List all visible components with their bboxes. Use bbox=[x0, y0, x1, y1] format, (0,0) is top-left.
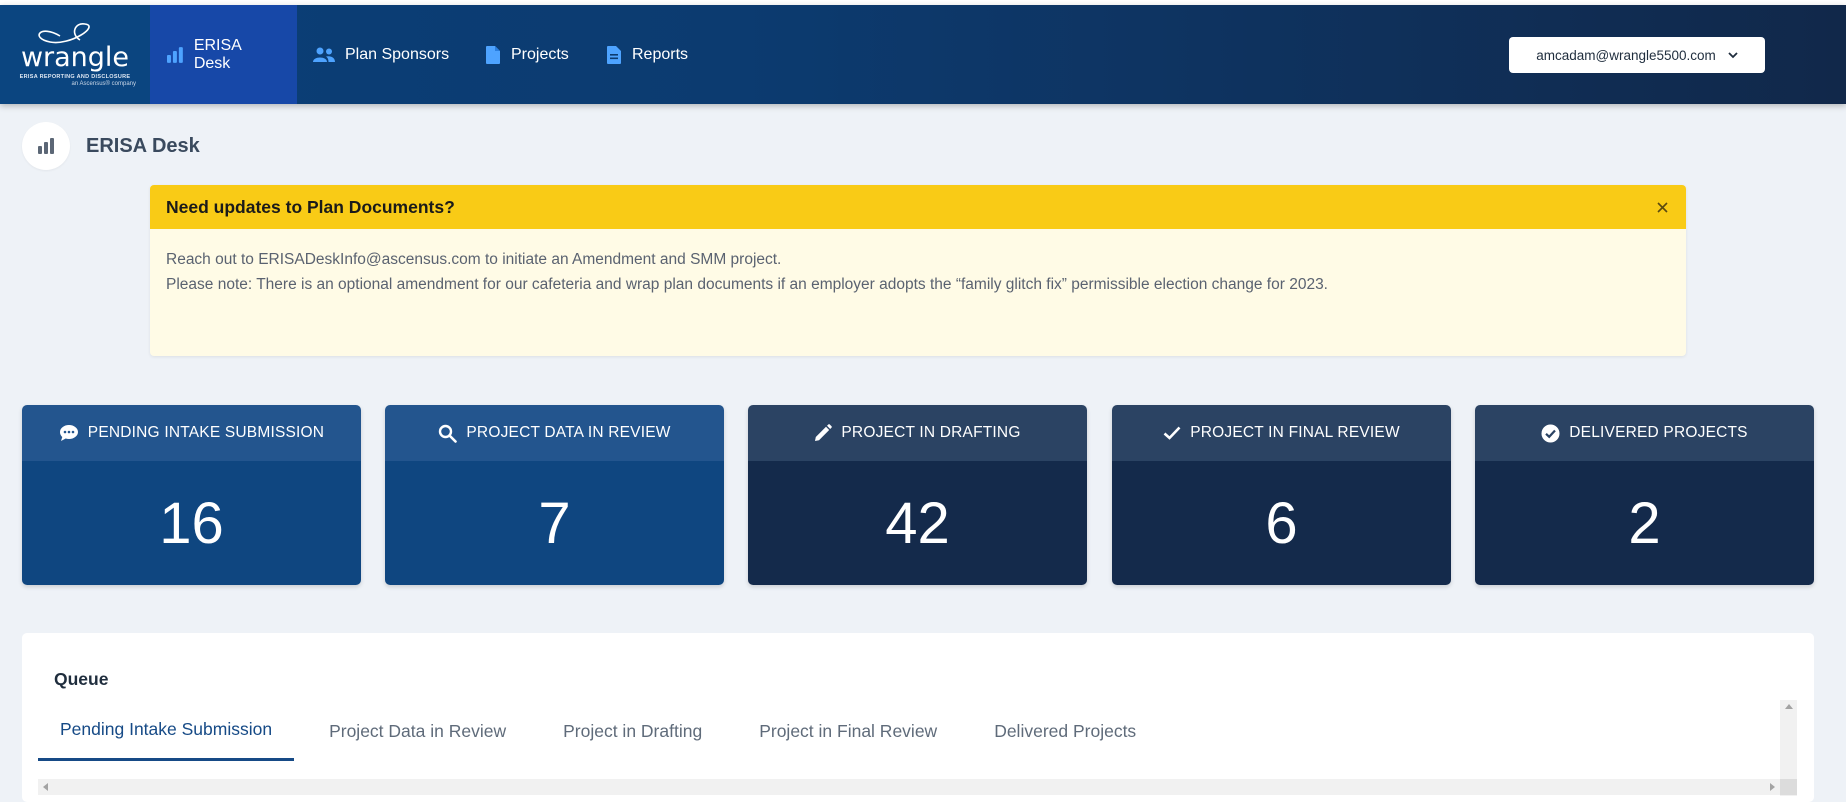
status-card-final-review[interactable]: PROJECT IN FINAL REVIEW 6 bbox=[1112, 405, 1451, 585]
card-count: 2 bbox=[1475, 461, 1814, 585]
page-header: ERISA Desk bbox=[22, 122, 200, 170]
card-count: 42 bbox=[748, 461, 1087, 585]
scroll-left-icon[interactable] bbox=[43, 783, 48, 791]
card-count: 16 bbox=[22, 461, 361, 585]
chevron-down-icon bbox=[1728, 51, 1738, 58]
status-card-drafting[interactable]: PROJECT IN DRAFTING 42 bbox=[748, 405, 1087, 585]
card-header: PROJECT IN DRAFTING bbox=[748, 405, 1087, 461]
scrollbar-corner bbox=[1780, 779, 1797, 795]
status-card-pending-intake[interactable]: PENDING INTAKE SUBMISSION 16 bbox=[22, 405, 361, 585]
check-icon bbox=[1163, 426, 1181, 440]
alert-body: Reach out to ERISADeskInfo@ascensus.com … bbox=[150, 229, 1686, 297]
card-label: PROJECT DATA IN REVIEW bbox=[466, 424, 671, 441]
nav-item-label: Plan Sponsors bbox=[345, 45, 450, 63]
card-label: PROJECT IN DRAFTING bbox=[841, 424, 1021, 441]
bar-chart-icon bbox=[38, 138, 54, 154]
nav-item-projects[interactable]: Projects bbox=[469, 5, 585, 104]
document-icon bbox=[486, 45, 500, 64]
scroll-right-icon[interactable] bbox=[1770, 783, 1775, 791]
alert-line-2: Please note: There is an optional amendm… bbox=[166, 276, 1328, 293]
tab-project-in-final-review[interactable]: Project in Final Review bbox=[737, 701, 959, 761]
plan-documents-alert: Need updates to Plan Documents? Reach ou… bbox=[150, 185, 1686, 356]
tab-project-data-in-review[interactable]: Project Data in Review bbox=[307, 701, 528, 761]
user-account-dropdown[interactable]: amcadam@wrangle5500.com bbox=[1509, 37, 1765, 73]
alert-line-1: Reach out to ERISADeskInfo@ascensus.com … bbox=[166, 251, 782, 268]
user-email: amcadam@wrangle5500.com bbox=[1536, 47, 1716, 63]
scroll-up-icon[interactable] bbox=[1785, 704, 1793, 709]
tab-project-in-drafting[interactable]: Project in Drafting bbox=[541, 701, 724, 761]
horizontal-scrollbar[interactable] bbox=[38, 779, 1780, 795]
page-title: ERISA Desk bbox=[86, 134, 200, 157]
top-navbar: wrangle ERISA REPORTING AND DISCLOSURE a… bbox=[0, 5, 1846, 104]
chat-bubble-icon bbox=[59, 425, 78, 441]
wrangle-logo[interactable]: wrangle ERISA REPORTING AND DISCLOSURE a… bbox=[0, 5, 150, 104]
users-icon bbox=[313, 47, 335, 62]
card-label: DELIVERED PROJECTS bbox=[1569, 424, 1748, 441]
alert-header: Need updates to Plan Documents? bbox=[150, 185, 1686, 229]
close-icon[interactable] bbox=[1654, 199, 1670, 215]
card-header: DELIVERED PROJECTS bbox=[1475, 405, 1814, 461]
card-label: PENDING INTAKE SUBMISSION bbox=[87, 424, 325, 441]
nav-item-plan-sponsors[interactable]: Plan Sponsors bbox=[297, 5, 465, 104]
card-label: PROJECT IN FINAL REVIEW bbox=[1190, 424, 1400, 441]
pencil-icon bbox=[815, 424, 833, 441]
check-circle-icon bbox=[1541, 424, 1560, 442]
nav-item-label: Reports bbox=[632, 45, 689, 63]
nav-item-label: Projects bbox=[511, 45, 569, 63]
tab-delivered-projects[interactable]: Delivered Projects bbox=[972, 701, 1158, 761]
tab-pending-intake-submission[interactable]: Pending Intake Submission bbox=[38, 701, 295, 761]
card-count: 6 bbox=[1112, 461, 1451, 585]
logo-tagline: ERISA REPORTING AND DISCLOSURE bbox=[19, 74, 131, 80]
status-card-data-in-review[interactable]: PROJECT DATA IN REVIEW 7 bbox=[385, 405, 724, 585]
nav-item-erisa-desk[interactable]: ERISA Desk bbox=[150, 5, 297, 104]
bar-chart-icon bbox=[166, 46, 183, 63]
card-count: 7 bbox=[385, 461, 724, 585]
status-card-delivered[interactable]: DELIVERED PROJECTS 2 bbox=[1475, 405, 1814, 585]
nav-item-reports[interactable]: Reports bbox=[590, 5, 704, 104]
queue-tabs: Pending Intake Submission Project Data i… bbox=[38, 701, 1171, 761]
card-header: PROJECT IN FINAL REVIEW bbox=[1112, 405, 1451, 461]
alert-title: Need updates to Plan Documents? bbox=[166, 196, 455, 217]
logo-subtitle: an Ascensus® company bbox=[71, 81, 136, 87]
search-icon bbox=[439, 424, 458, 443]
card-header: PROJECT DATA IN REVIEW bbox=[385, 405, 724, 461]
report-icon bbox=[607, 45, 621, 64]
logo-wordmark: wrangle bbox=[21, 42, 129, 72]
queue-panel: Queue Pending Intake Submission Project … bbox=[22, 633, 1814, 802]
page-icon bbox=[22, 122, 70, 170]
card-header: PENDING INTAKE SUBMISSION bbox=[22, 405, 361, 461]
queue-title: Queue bbox=[54, 669, 109, 689]
wrangle-logo-mark: wrangle bbox=[21, 23, 129, 72]
nav-item-label: ERISA Desk bbox=[193, 36, 241, 72]
